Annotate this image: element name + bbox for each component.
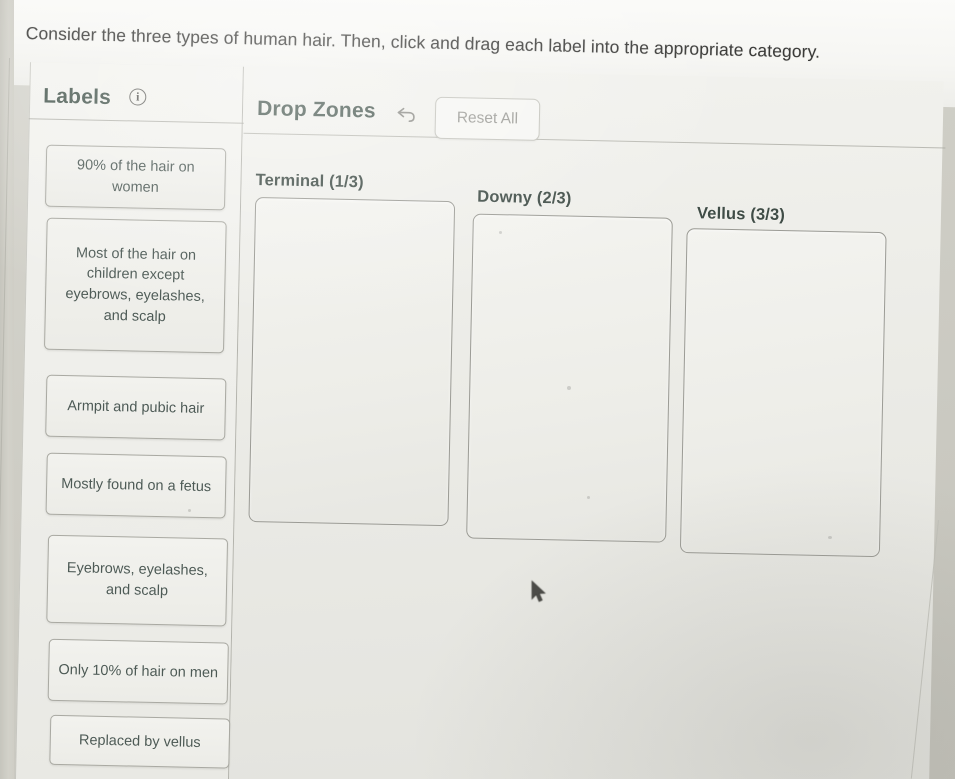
photo-speck xyxy=(567,386,571,390)
photo-speck xyxy=(499,231,502,234)
screenshot-photo: Consider the three types of human hair. … xyxy=(0,0,955,779)
label-chip[interactable]: 90% of the hair on women xyxy=(44,144,227,211)
photo-speck xyxy=(828,536,832,539)
reset-all-button[interactable]: Reset All xyxy=(434,96,541,141)
label-chip[interactable]: Replaced by vellus xyxy=(49,714,231,769)
label-chip-text: Replaced by vellus xyxy=(78,732,201,751)
label-chip[interactable]: Mostly found on a fetus xyxy=(45,452,227,519)
drop-zone-terminal[interactable] xyxy=(248,196,456,527)
drop-zone-title: Vellus (3/3) xyxy=(696,204,786,225)
label-chip[interactable]: Armpit and pubic hair xyxy=(45,374,227,441)
label-chip[interactable]: Most of the hair on children except eyeb… xyxy=(43,217,227,354)
drop-zone-title: Downy (2/3) xyxy=(477,187,572,208)
label-chip[interactable]: Only 10% of hair on men xyxy=(47,638,229,705)
labels-panel-title: Labels xyxy=(43,84,112,109)
label-chip-text: 90% of the hair on women xyxy=(76,157,195,196)
label-chip-text: Armpit and pubic hair xyxy=(67,397,205,417)
photo-speck xyxy=(188,509,191,512)
drop-zones-panel-title: Drop Zones xyxy=(256,97,376,123)
drop-zone-downy[interactable] xyxy=(466,213,673,543)
photo-speck xyxy=(587,496,590,499)
drop-zone-title: Terminal (1/3) xyxy=(255,171,364,192)
undo-arrow-icon[interactable] xyxy=(395,104,417,126)
label-chip-text: Only 10% of hair on men xyxy=(58,661,219,682)
drop-zone-vellus[interactable] xyxy=(679,228,887,558)
label-chip-text: Eyebrows, eyelashes, and scalp xyxy=(66,560,209,600)
drag-drop-exercise: Labels i Drop Zones Reset All 90% of the… xyxy=(3,62,948,779)
label-chip-text: Mostly found on a fetus xyxy=(61,475,212,495)
mouse-pointer-icon xyxy=(530,580,548,611)
label-chip[interactable]: Eyebrows, eyelashes, and scalp xyxy=(46,534,229,627)
label-chip-text: Most of the hair on children except eyeb… xyxy=(65,245,206,325)
